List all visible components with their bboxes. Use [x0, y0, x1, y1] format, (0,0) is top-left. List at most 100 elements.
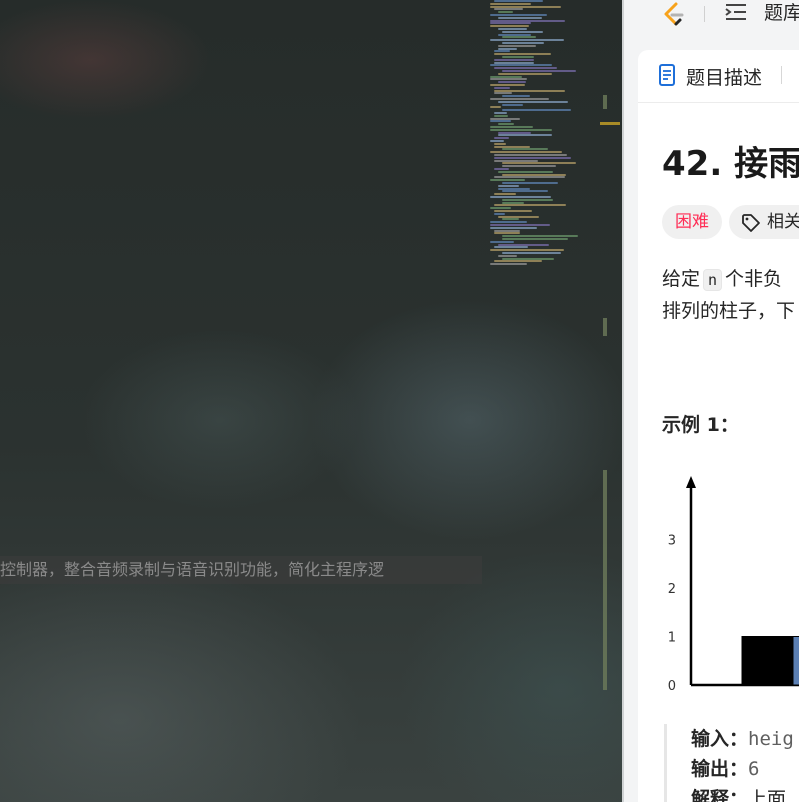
- minimap-code-line: [490, 179, 525, 182]
- minimap-code-line: [490, 196, 551, 198]
- minimap-code-line: [490, 5, 561, 8]
- top-bar: 题库: [624, 0, 799, 46]
- minimap-code-line: [502, 218, 519, 221]
- minimap-code-line: [502, 201, 524, 204]
- minimap-code-line: [498, 47, 517, 50]
- description-line-2: 排列的柱子，下: [662, 300, 796, 322]
- tab-bar: 题目描述: [638, 50, 799, 103]
- minimap-code-line: [490, 14, 547, 16]
- minimap-code-line: [494, 145, 530, 148]
- minimap-code-line: [494, 61, 534, 64]
- y-axis-arrow: [686, 476, 696, 488]
- output-label: 输出：: [691, 758, 749, 780]
- description-text: 个非负: [725, 268, 783, 290]
- leetcode-logo-icon[interactable]: [658, 0, 688, 30]
- minimap-code-line: [502, 257, 554, 260]
- minimap-code-line: [490, 226, 537, 229]
- problem-bank-link[interactable]: 题库: [764, 0, 799, 26]
- inline-code: n: [703, 269, 723, 291]
- explanation-row: 解释：上面: [691, 784, 786, 802]
- minimap-code-line: [498, 72, 552, 75]
- y-tick-label: 2: [668, 582, 676, 597]
- minimap-code-line: [502, 103, 523, 106]
- minimap-code-line: [494, 92, 512, 95]
- minimap-code-line: [502, 30, 543, 33]
- output-value: 6: [748, 758, 760, 780]
- minimap-code-line: [490, 84, 525, 86]
- minimap-code-line: [494, 58, 534, 61]
- minimap-code-line: [502, 182, 558, 184]
- minimap-code-line: [498, 28, 527, 30]
- example-heading: 示例 1：: [662, 414, 739, 436]
- scrollbar-mark: [603, 318, 607, 336]
- minimap-code-line: [490, 39, 564, 42]
- minimap-code-line: [494, 159, 538, 162]
- minimap-code-line: [502, 173, 566, 176]
- minimap-code-line: [490, 224, 550, 226]
- ghost-text-line: 控制器，整合音频录制与语音识别功能，简化主程序逻: [0, 556, 482, 584]
- minimap-code-line: [494, 53, 551, 56]
- minimap-code-line: [490, 75, 522, 78]
- problem-list-icon[interactable]: [724, 0, 748, 26]
- minimap-code-line: [502, 148, 548, 151]
- minimap-code-line: [494, 67, 557, 70]
- difficulty-badge[interactable]: 困难: [662, 205, 722, 239]
- minimap-code-line: [498, 187, 530, 190]
- minimap-code-line: [498, 243, 549, 246]
- minimap-code-line: [494, 0, 543, 2]
- minimap-code-line: [494, 176, 565, 179]
- minimap-code-line: [490, 120, 511, 123]
- minimap-code-line: [490, 22, 531, 25]
- output-row: 输出：6: [691, 754, 759, 781]
- example-io-block: 输入：heig 输出：6 解释：上面: [664, 724, 799, 802]
- minimap-code-line: [494, 246, 528, 249]
- minimap-code-line: [494, 114, 508, 117]
- minimap-code-line: [490, 64, 552, 67]
- y-tick-label: 1: [668, 631, 676, 646]
- minimap-code-line: [494, 8, 523, 11]
- minimap-code-line: [490, 140, 504, 142]
- minimap-code-line: [498, 100, 568, 103]
- minimap-code-line: [494, 156, 571, 159]
- explanation-label: 解释：: [691, 788, 749, 802]
- description-line-1: 给定 n 个非负: [662, 264, 799, 294]
- minimap-code-line: [494, 260, 542, 263]
- minimap-code-line: [498, 33, 531, 36]
- tab-description[interactable]: 题目描述: [686, 63, 762, 90]
- minimap-code-line: [502, 162, 576, 165]
- minimap-code-line: [498, 254, 517, 257]
- editor-background: 控制器，整合音频录制与语音识别功能，简化主程序逻: [0, 0, 622, 802]
- minimap-code-line: [498, 123, 514, 126]
- minimap-code-line: [502, 235, 578, 238]
- minimap-code-line: [490, 25, 529, 28]
- input-value: heig: [748, 728, 794, 750]
- scrollbar-mark: [600, 122, 620, 125]
- code-minimap[interactable]: [490, 0, 615, 280]
- minimap-code-line: [494, 229, 520, 232]
- minimap-code-line: [498, 11, 513, 14]
- minimap-code-line: [502, 36, 536, 39]
- tag-icon: [742, 214, 760, 232]
- scrollbar-thumb[interactable]: [603, 470, 607, 690]
- minimap-code-line: [494, 86, 510, 89]
- minimap-code-line: [490, 98, 549, 100]
- minimap-code-line: [498, 215, 539, 218]
- chart-bar: [741, 636, 794, 686]
- related-tags-button[interactable]: 相关标签: [729, 205, 799, 239]
- minimap-code-line: [490, 240, 514, 243]
- minimap-code-line: [494, 137, 509, 140]
- scrollbar-mark: [603, 95, 607, 109]
- minimap-code-line: [498, 16, 542, 19]
- minimap-code-line: [494, 193, 516, 196]
- minimap-code-line: [494, 232, 520, 235]
- minimap-code-line: [494, 212, 505, 215]
- minimap-code-line: [502, 252, 561, 254]
- divider: [704, 6, 705, 22]
- minimap-code-line: [494, 112, 507, 114]
- minimap-code-line: [494, 142, 506, 145]
- minimap-code-line: [498, 170, 553, 173]
- tab-divider: [781, 66, 782, 84]
- minimap-code-line: [502, 165, 556, 168]
- minimap-code-line: [490, 221, 527, 224]
- minimap-code-line: [494, 204, 566, 207]
